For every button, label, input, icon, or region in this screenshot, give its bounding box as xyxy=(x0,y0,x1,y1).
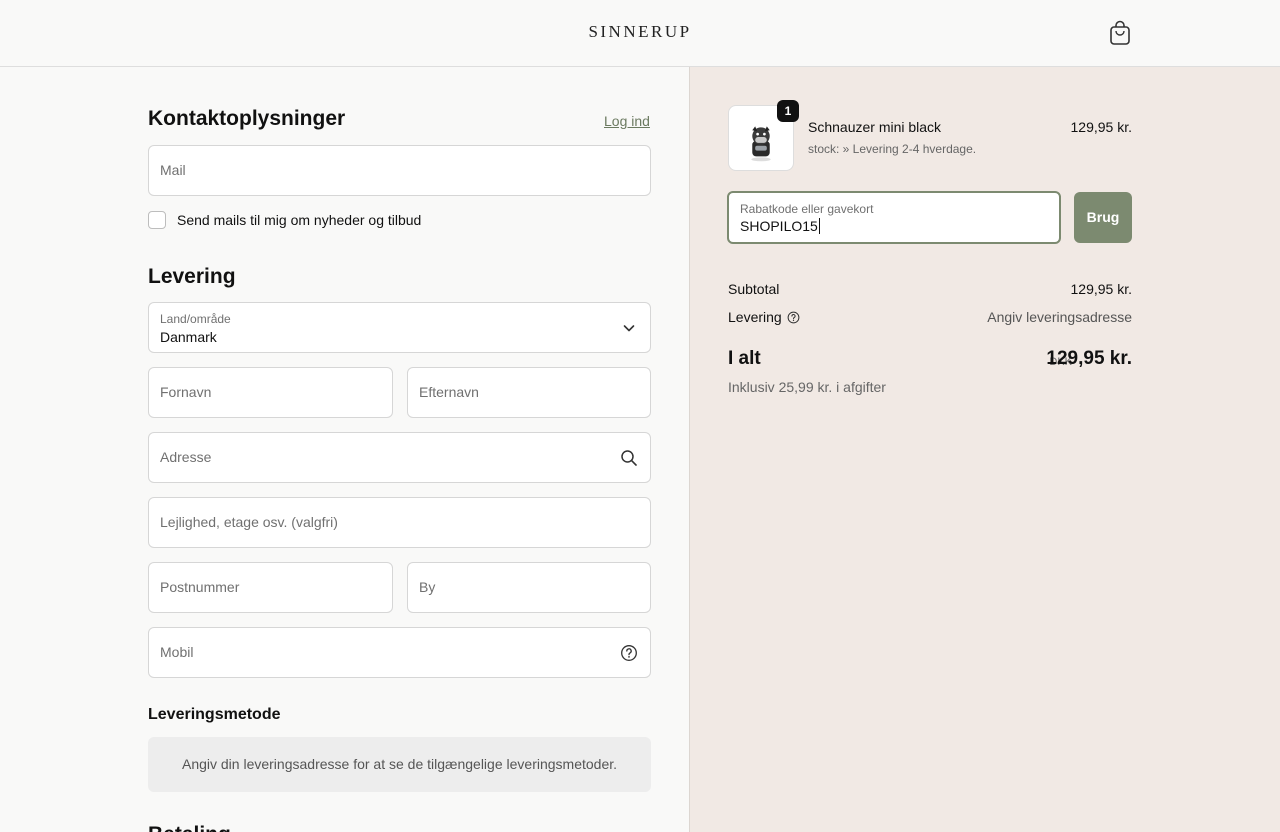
shipping-summary-row: Levering xyxy=(728,309,800,325)
country-label: Land/område xyxy=(160,312,231,326)
discount-value: SHOPILO15 xyxy=(740,218,818,234)
firstname-placeholder: Fornavn xyxy=(160,384,212,400)
help-circle-icon[interactable] xyxy=(620,644,638,662)
brand-logo[interactable]: SINNERUP xyxy=(0,22,1280,42)
subtotal-value: 129,95 kr. xyxy=(1070,281,1133,297)
shipping-label: Levering xyxy=(728,309,782,325)
help-circle-icon[interactable] xyxy=(787,311,800,324)
payment-heading: Betaling xyxy=(148,823,231,832)
subtotal-label: Subtotal xyxy=(728,281,780,297)
product-stock: stock: » Levering 2-4 hverdage. xyxy=(808,142,977,156)
tax-note: Inklusiv 25,99 kr. i afgifter xyxy=(728,379,886,395)
email-placeholder: Mail xyxy=(160,162,186,178)
site-header: SINNERUP xyxy=(0,0,1280,67)
text-caret xyxy=(818,218,820,234)
order-summary-panel xyxy=(689,67,1280,832)
country-select[interactable]: Land/område Danmark xyxy=(148,302,651,353)
shipping-value: Angiv leveringsadresse xyxy=(987,309,1132,325)
total-value: 129,95 kr. xyxy=(1046,348,1132,369)
contact-heading: Kontaktoplysninger xyxy=(148,107,346,130)
delivery-heading: Levering xyxy=(148,265,236,288)
lastname-placeholder: Efternavn xyxy=(419,384,479,400)
postal-code-field[interactable]: Postnummer xyxy=(148,562,393,613)
apartment-field[interactable]: Lejlighed, etage osv. (valgfri) xyxy=(148,497,651,548)
phone-placeholder: Mobil xyxy=(160,644,194,660)
discount-value-wrap: SHOPILO15 xyxy=(740,218,820,234)
postal-placeholder: Postnummer xyxy=(160,579,240,595)
firstname-field[interactable]: Fornavn xyxy=(148,367,393,418)
chevron-down-icon xyxy=(623,325,635,332)
newsletter-checkbox[interactable] xyxy=(148,211,166,229)
address-field[interactable]: Adresse xyxy=(148,432,651,483)
lastname-field[interactable]: Efternavn xyxy=(407,367,651,418)
apply-discount-button[interactable]: Brug xyxy=(1074,192,1132,243)
product-price: 129,95 kr. xyxy=(1070,119,1133,135)
shipping-method-info: Angiv din leveringsadresse for at se de … xyxy=(148,737,651,792)
country-value: Danmark xyxy=(160,329,217,345)
shopping-bag-icon[interactable] xyxy=(1108,20,1132,46)
product-name: Schnauzer mini black xyxy=(808,119,942,135)
city-placeholder: By xyxy=(419,579,436,595)
search-icon xyxy=(621,450,637,466)
email-field[interactable]: Mail xyxy=(148,145,651,196)
newsletter-label[interactable]: Send mails til mig om nyheder og tilbud xyxy=(177,212,421,228)
total-label: I alt xyxy=(728,348,761,369)
quantity-badge: 1 xyxy=(777,100,799,122)
address-placeholder: Adresse xyxy=(160,449,212,465)
discount-code-input[interactable]: Rabatkode eller gavekort SHOPILO15 xyxy=(727,191,1061,244)
discount-label: Rabatkode eller gavekort xyxy=(740,202,874,216)
login-link[interactable]: Log ind xyxy=(604,113,650,129)
shipping-method-heading: Leveringsmetode xyxy=(148,706,281,723)
apartment-placeholder: Lejlighed, etage osv. (valgfri) xyxy=(160,514,338,530)
city-field[interactable]: By xyxy=(407,562,651,613)
phone-field[interactable]: Mobil xyxy=(148,627,651,678)
